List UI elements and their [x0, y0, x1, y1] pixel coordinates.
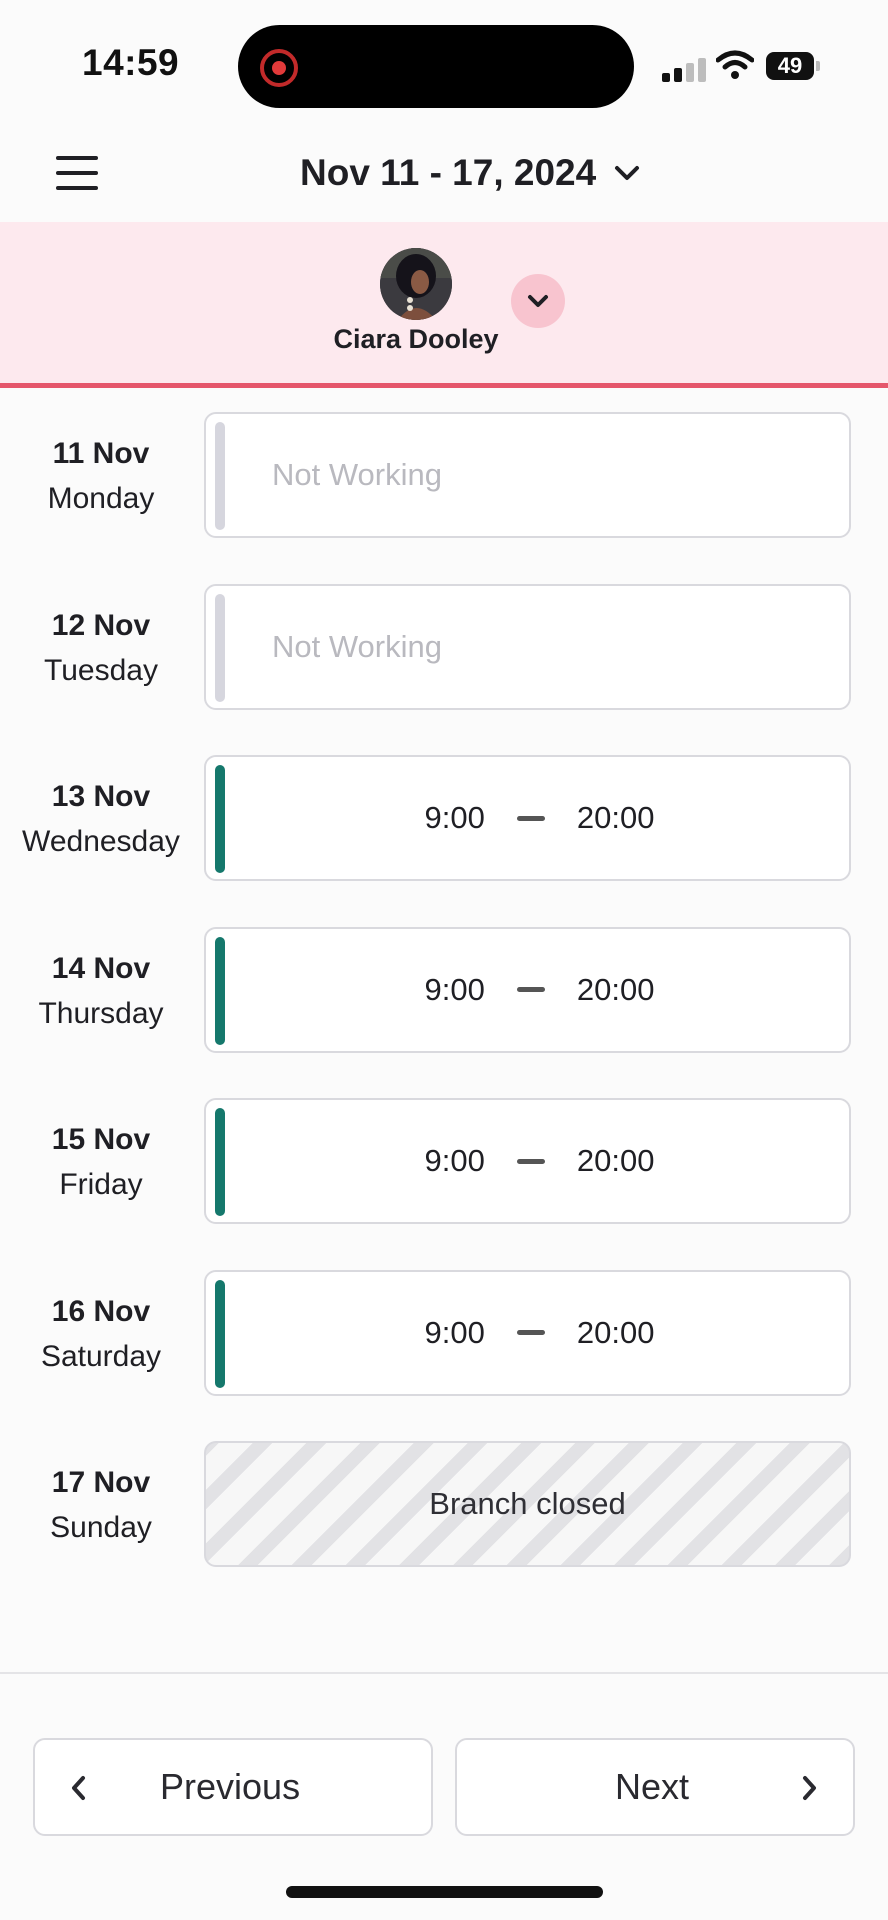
signal-icon [662, 58, 706, 82]
shift-start-time: 9:00 [424, 1143, 485, 1178]
shift-times: 9:00 20:00 [206, 757, 849, 879]
dynamic-island [238, 25, 634, 108]
day-weekday: Tuesday [44, 653, 158, 687]
day-row-monday: 11 Nov Monday Not Working [0, 412, 888, 584]
shift-end-time: 20:00 [576, 1143, 655, 1178]
shift-card-saturday[interactable]: 9:00 20:00 [204, 1269, 851, 1396]
day-row-sunday: 17 Nov Sunday Branch closed [0, 1441, 888, 1613]
wifi-icon [716, 50, 754, 79]
status-bar-off [215, 593, 225, 702]
day-row-wednesday: 13 Nov Wednesday 9:00 20:00 [0, 755, 888, 927]
day-label: 16 Nov Saturday [0, 1292, 202, 1382]
shift-end-time: 20:00 [576, 1314, 655, 1350]
day-date: 15 Nov [51, 1123, 151, 1156]
next-week-button[interactable]: Next [455, 1738, 855, 1836]
chevron-down-icon [615, 166, 640, 180]
shift-card-wednesday[interactable]: 9:00 20:00 [204, 755, 851, 881]
shift-card-monday[interactable]: Not Working [204, 412, 851, 538]
day-weekday: Monday [47, 482, 155, 515]
shift-times: 9:00 20:00 [206, 929, 849, 1051]
shift-card-thursday[interactable]: 9:00 20:00 [204, 926, 851, 1053]
day-date: 11 Nov [52, 437, 150, 470]
shift-start-time: 9:00 [424, 971, 485, 1007]
footer-divider [0, 1672, 888, 1674]
hamburger-menu-icon[interactable] [56, 156, 98, 190]
branch-closed-label: Branch closed [429, 1486, 626, 1521]
avatar [380, 248, 452, 320]
chevron-down-icon [528, 295, 548, 307]
day-row-friday: 15 Nov Friday 9:00 20:00 [0, 1098, 888, 1270]
previous-week-button[interactable]: Previous [33, 1738, 433, 1836]
week-range-title: Nov 11 - 17, 2024 [300, 152, 597, 193]
shift-end-time: 20:00 [576, 800, 655, 835]
previous-label: Previous [160, 1766, 301, 1807]
status-bar-off [215, 422, 225, 530]
day-date: 13 Nov [51, 780, 151, 813]
shift-end-time: 20:00 [576, 971, 655, 1007]
day-label: 13 Nov Wednesday [0, 777, 202, 867]
staff-dropdown-button[interactable] [511, 274, 565, 328]
time-separator [516, 1158, 545, 1164]
day-weekday: Thursday [38, 996, 164, 1030]
time-separator [516, 815, 545, 821]
day-weekday: Wednesday [22, 825, 180, 858]
time-separator [516, 987, 545, 992]
next-label: Next [615, 1766, 690, 1807]
recording-icon [260, 49, 298, 87]
shift-start-time: 9:00 [424, 1314, 485, 1350]
day-label: 14 Nov Thursday [0, 949, 202, 1039]
time-separator [516, 1330, 545, 1335]
week-range-selector[interactable]: Nov 11 - 17, 2024 [300, 148, 640, 198]
day-label: 17 Nov Sunday [0, 1463, 202, 1553]
shift-start-time: 9:00 [424, 800, 485, 835]
day-row-thursday: 14 Nov Thursday 9:00 20:00 [0, 926, 888, 1099]
not-working-label: Not Working [272, 628, 442, 664]
day-row-tuesday: 12 Nov Tuesday Not Working [0, 583, 888, 756]
day-row-saturday: 16 Nov Saturday 9:00 20:00 [0, 1269, 888, 1442]
chevron-left-icon [72, 1776, 85, 1800]
day-weekday: Sunday [50, 1511, 152, 1544]
status-bar: 14:59 49 [0, 0, 888, 130]
day-weekday: Saturday [40, 1339, 162, 1373]
day-weekday: Friday [59, 1168, 143, 1201]
staff-selector: Ciara Dooley [0, 222, 888, 388]
shift-card-sunday-closed: Branch closed [204, 1441, 851, 1567]
schedule-list: 11 Nov Monday Not Working 12 Nov Tuesday… [0, 412, 888, 1613]
app-header: Nov 11 - 17, 2024 [0, 130, 888, 222]
status-time: 14:59 [82, 42, 180, 83]
day-label: 15 Nov Friday [0, 1120, 202, 1210]
day-date: 14 Nov [51, 951, 151, 985]
home-indicator [286, 1886, 603, 1898]
shift-card-friday[interactable]: 9:00 20:00 [204, 1098, 851, 1224]
day-date: 17 Nov [51, 1466, 151, 1499]
shift-card-tuesday[interactable]: Not Working [204, 583, 851, 710]
not-working-label: Not Working [272, 457, 442, 492]
shift-times: 9:00 20:00 [206, 1100, 849, 1222]
shift-times: 9:00 20:00 [206, 1272, 849, 1394]
staff-name: Ciara Dooley [333, 324, 499, 354]
day-label: 12 Nov Tuesday [0, 606, 202, 696]
day-date: 16 Nov [51, 1294, 151, 1328]
chevron-right-icon [803, 1776, 816, 1800]
day-date: 12 Nov [51, 608, 151, 642]
day-label: 11 Nov Monday [0, 434, 202, 524]
battery-icon: 49 [766, 52, 820, 80]
